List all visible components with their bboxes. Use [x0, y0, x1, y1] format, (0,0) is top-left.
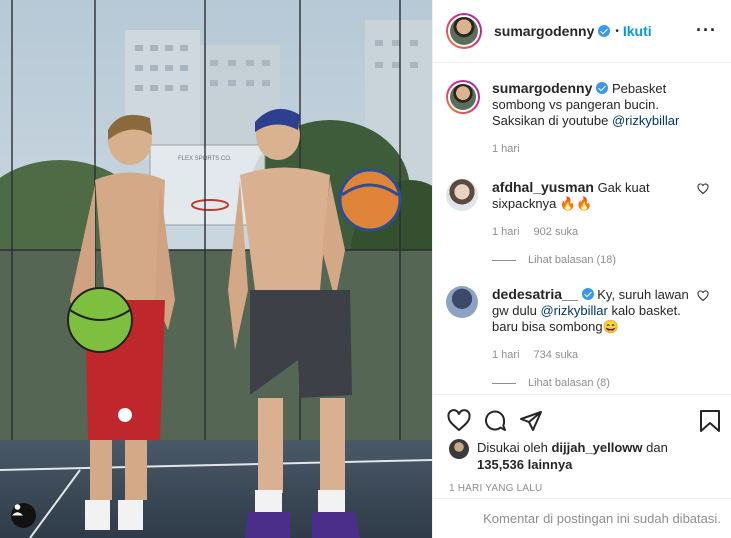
separator-bullet: •: [615, 25, 619, 37]
view-replies-label: Lihat balasan (18): [528, 254, 617, 266]
caption: sumargodenny Pebasket sombong vs pangera…: [446, 80, 715, 157]
save-button[interactable]: [699, 409, 721, 433]
replies-divider: [492, 382, 516, 384]
verified-badge-icon: [598, 25, 611, 37]
comment-username[interactable]: dedesatria__: [492, 286, 578, 302]
post-timestamp[interactable]: 1 HARI YANG LALU: [433, 483, 731, 494]
caption-mention-link[interactable]: @rizkybillar: [612, 113, 679, 128]
likes-count[interactable]: 135,536 lainnya: [477, 457, 572, 472]
caption-avatar[interactable]: [446, 80, 480, 114]
comment-mention-link[interactable]: @rizkybillar: [540, 303, 607, 318]
verified-badge-icon: [581, 288, 594, 300]
comment-item: afdhal_yusman Gak kuat sixpacknya 🔥🔥 1 h…: [446, 179, 715, 240]
comment-time[interactable]: 1 hari: [492, 347, 520, 363]
heart-icon: [447, 409, 471, 432]
bookmark-icon: [700, 410, 720, 432]
comments-list[interactable]: sumargodenny Pebasket sombong vs pangera…: [433, 64, 731, 394]
liker-avatar[interactable]: [449, 439, 469, 459]
liker-username[interactable]: dijjah_yelloww: [551, 440, 642, 455]
photo-illustration: FLEX SPORTS CO.: [0, 0, 432, 538]
comment-username[interactable]: afdhal_yusman: [492, 179, 594, 195]
likes-conjunction: dan: [646, 440, 668, 455]
more-options-icon[interactable]: ···: [696, 20, 717, 41]
likes-prefix: Disukai oleh: [477, 440, 548, 455]
caption-time[interactable]: 1 hari: [492, 141, 520, 157]
header-username[interactable]: sumargodenny: [494, 23, 594, 39]
comment-avatar[interactable]: [446, 179, 478, 211]
share-button[interactable]: [519, 409, 543, 433]
tagged-users-button[interactable]: [11, 503, 36, 528]
replies-divider: [492, 259, 516, 261]
post-photo[interactable]: FLEX SPORTS CO.: [0, 0, 432, 538]
verified-badge-icon: [596, 82, 609, 94]
comment-heart-icon[interactable]: [697, 290, 709, 302]
follow-button[interactable]: Ikuti: [623, 23, 652, 39]
comment-time[interactable]: 1 hari: [492, 224, 520, 240]
comment-item: dedesatria__ Ky, suruh lawan gw dulu @ri…: [446, 286, 715, 363]
post-actions: Disukai oleh dijjah_yelloww dan 135,536 …: [433, 394, 731, 538]
person-icon: [12, 504, 23, 516]
comment-avatar[interactable]: [446, 286, 478, 318]
likes-summary: Disukai oleh dijjah_yelloww dan 135,536 …: [433, 439, 731, 473]
post-header: sumargodenny • Ikuti ···: [433, 0, 731, 63]
comment-heart-icon[interactable]: [697, 183, 709, 195]
caption-username[interactable]: sumargodenny: [492, 80, 592, 96]
like-button[interactable]: [447, 409, 471, 433]
paper-plane-icon: [520, 411, 542, 431]
view-replies-label: Lihat balasan (8): [528, 377, 610, 389]
comment-button[interactable]: [483, 409, 507, 433]
comment-bubble-icon: [485, 410, 506, 431]
comments-restricted-notice: Komentar di postingan ini sudah dibatasi…: [433, 498, 731, 538]
caption-text-line2: Saksikan di youtube: [492, 113, 609, 128]
view-replies-button[interactable]: Lihat balasan (18): [492, 254, 715, 266]
avatar[interactable]: [446, 13, 482, 49]
view-replies-button[interactable]: Lihat balasan (8): [492, 377, 715, 389]
instagram-post: FLEX SPORTS CO. sumargodenny • Ikuti ···…: [0, 0, 731, 538]
comment-likes[interactable]: 902 suka: [534, 224, 579, 240]
post-sidebar: sumargodenny • Ikuti ··· sumargodenny Pe…: [432, 0, 731, 538]
comment-likes[interactable]: 734 suka: [534, 347, 579, 363]
